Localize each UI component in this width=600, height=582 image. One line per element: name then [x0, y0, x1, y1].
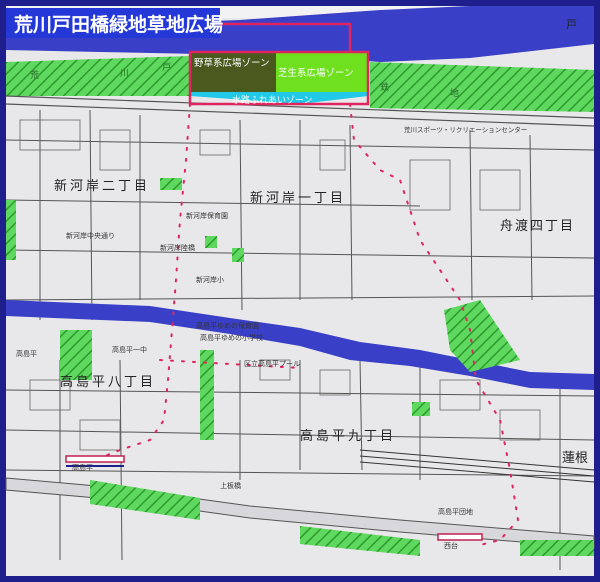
district-takashimadaira-8: 高島平八丁目: [60, 374, 156, 390]
map-canvas: 荒川戸田橋緑地草地広場 野草系広場ゾーン 芝生系広場ゾーン 水路ふれあいゾーン …: [0, 0, 600, 582]
label-kamiitabashi: 上板橋: [220, 481, 241, 490]
label-tetsu: 鉄: [380, 81, 389, 93]
label-arakawa-sports-center: 荒川スポーツ・リクリエーションセンター: [404, 125, 527, 134]
station-takashimadaira: [65, 455, 125, 463]
district-funado-4: 舟渡四丁目: [500, 218, 575, 234]
label-takashimadaira-small: 高島平: [16, 349, 37, 358]
label-kawa: 川: [120, 69, 129, 79]
station-nishidai: [437, 533, 483, 541]
label-shingashi-nursery: 新河岸保育園: [186, 211, 228, 220]
district-shingashi-1: 新河岸一丁目: [250, 190, 346, 206]
riverside-green-right: [370, 62, 594, 112]
water-zone-label: 水路ふれあいゾーン: [232, 94, 313, 106]
district-shingashi-2: 新河岸二丁目: [54, 178, 150, 194]
label-chi: 地: [450, 87, 459, 99]
label-yumeno-nursery: 高島平ゆめの保育園: [196, 321, 259, 330]
label-takashimadaira-station: 高島平: [72, 463, 93, 472]
label-takashimadaira-pool: 区立高島平プール: [244, 359, 300, 368]
label-takashimadaira-jhs: 高島平一中: [112, 345, 147, 354]
label-shingashi-bridge: 新河岸陸橋: [160, 243, 195, 252]
lawn-zone-label: 芝生系広場ゾーン: [278, 67, 354, 79]
map-title: 荒川戸田橋緑地草地広場: [14, 13, 223, 36]
label-shingashi-elementary: 新河岸小: [196, 275, 224, 284]
label-ara: 荒: [30, 70, 39, 81]
label-shingashi-chuo-dori: 新河岸中央通り: [66, 231, 115, 240]
district-takashimadaira-9: 高島平九丁目: [300, 428, 396, 444]
wild-zone-label: 野草系広場ゾーン: [194, 57, 270, 69]
label-to-top: 戸: [566, 18, 577, 31]
label-nishidai: 西台: [444, 541, 458, 550]
district-hasune: 蓮根: [562, 451, 588, 466]
label-takashimadaira-danchi: 高島平団地: [438, 507, 473, 516]
label-to-mid: 戸: [162, 62, 171, 73]
label-yumeno-school: 高島平ゆめの小学校: [200, 333, 263, 342]
